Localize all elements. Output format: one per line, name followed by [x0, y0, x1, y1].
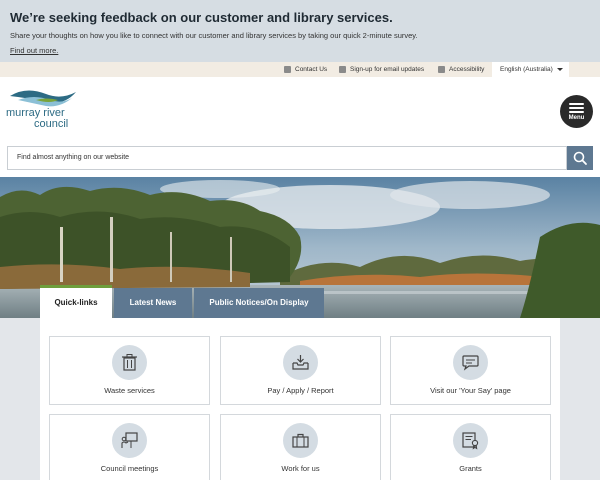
tab-label: Quick-links [54, 298, 98, 307]
menu-button[interactable]: Menu [560, 95, 593, 128]
menu-label: Menu [568, 115, 585, 121]
tab-public-notices[interactable]: Public Notices/On Display [194, 288, 324, 318]
tile-label: Grants [459, 464, 482, 473]
tab-latest-news[interactable]: Latest News [114, 288, 192, 318]
council-logo-text: murray river council [6, 108, 86, 130]
tile-label: Work for us [281, 464, 320, 473]
hamburger-icon [569, 103, 584, 105]
feedback-banner: We’re seeking feedback on our customer a… [0, 0, 600, 62]
accessibility-icon [438, 66, 445, 73]
accessibility-link[interactable]: Accessibility [438, 62, 484, 77]
quick-link-grants[interactable]: Grants [390, 414, 551, 480]
contact-us-label: Contact Us [295, 66, 328, 73]
accessibility-label: Accessibility [449, 66, 485, 73]
search-button[interactable] [567, 146, 593, 170]
tab-quick-links[interactable]: Quick-links [40, 285, 112, 318]
quick-link-waste-services[interactable]: Waste services [49, 336, 210, 405]
feedback-link[interactable]: Find out more. [10, 46, 58, 56]
language-select[interactable]: English (Australia) [492, 62, 569, 77]
quick-link-your-say[interactable]: Visit our 'Your Say' page [390, 336, 551, 405]
language-label: English (Australia) [500, 66, 553, 73]
email-signup-link[interactable]: Sign-up for email updates [339, 62, 424, 77]
presentation-icon [112, 423, 147, 458]
certificate-icon [453, 423, 488, 458]
tab-label: Public Notices/On Display [209, 298, 309, 307]
inbox-download-icon [283, 345, 318, 380]
briefcase-icon [283, 423, 318, 458]
chevron-down-icon [557, 68, 563, 71]
quick-link-work-for-us[interactable]: Work for us [220, 414, 381, 480]
tile-label: Pay / Apply / Report [267, 386, 334, 395]
quick-link-council-meetings[interactable]: Council meetings [49, 414, 210, 480]
tab-label: Latest News [129, 298, 177, 307]
search-icon [573, 151, 587, 165]
logo-line-2: council [34, 118, 69, 130]
contact-us-link[interactable]: Contact Us [284, 62, 327, 77]
search-placeholder: Find almost anything on our website [17, 154, 130, 161]
tile-label: Waste services [104, 386, 155, 395]
phone-icon [284, 66, 291, 73]
email-signup-label: Sign-up for email updates [350, 66, 425, 73]
bin-icon [112, 345, 147, 380]
email-icon [339, 66, 346, 73]
tile-label: Visit our 'Your Say' page [430, 386, 511, 395]
speech-bubble-icon [453, 345, 488, 380]
search-input[interactable]: Find almost anything on our website [7, 146, 567, 170]
quick-link-pay-apply-report[interactable]: Pay / Apply / Report [220, 336, 381, 405]
feedback-text: Share your thoughts on how you like to c… [10, 31, 418, 40]
tile-label: Council meetings [100, 464, 159, 473]
feedback-title: We’re seeking feedback on our customer a… [10, 10, 393, 25]
